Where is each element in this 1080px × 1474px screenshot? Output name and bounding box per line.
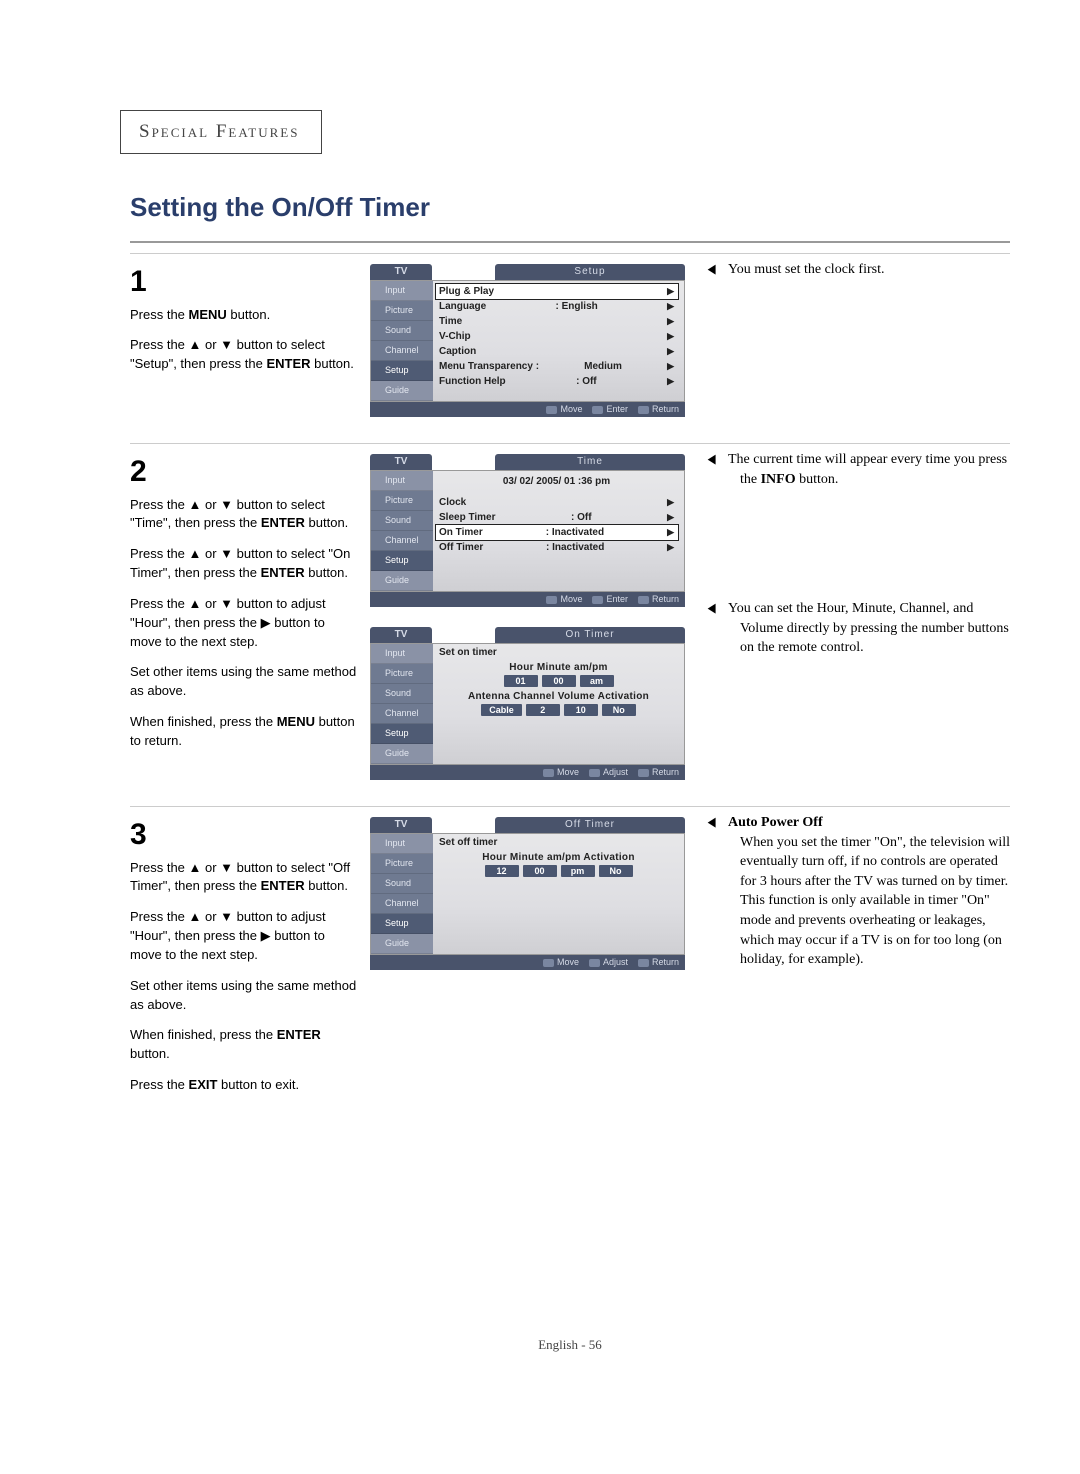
step2-number: 2 (130, 450, 360, 494)
step1-line1: Press the MENU button. (130, 306, 360, 325)
page-title: Setting the On/Off Timer (130, 192, 1010, 223)
page: Special Features Setting the On/Off Time… (0, 0, 1080, 1413)
step-2: 2 Press the ▲ or ▼ button to select "Tim… (130, 443, 1010, 800)
osd-time: TV Time Input Picture Sound Channel Setu… (370, 454, 685, 607)
step1-line2: Press the ▲ or ▼ button to select "Setup… (130, 336, 360, 374)
side-guide: Guide (371, 381, 433, 401)
osd-sidebar: Input Picture Sound Channel Setup Guide (371, 281, 433, 401)
osd-setup: TV Setup Input Picture Sound Channel Set… (370, 264, 685, 417)
step3-notes: ◀Auto Power Off When you set the timer "… (710, 813, 1010, 984)
side-input: Input (371, 281, 433, 301)
title-rule (130, 241, 1010, 243)
osd-tv-label: TV (370, 264, 432, 280)
osd-on-timer: TV On Timer Input Picture Sound Channel … (370, 627, 685, 780)
osd-off-timer: TV Off Timer Input Picture Sound Channel… (370, 817, 685, 970)
step3-instructions: 3 Press the ▲ or ▼ button to select "Off… (130, 813, 370, 1107)
side-setup: Setup (371, 361, 433, 381)
side-picture: Picture (371, 301, 433, 321)
section-header: Special Features (120, 110, 322, 154)
step1-osd-col: TV Setup Input Picture Sound Channel Set… (370, 260, 710, 437)
side-channel: Channel (371, 341, 433, 361)
page-number: English - 56 (130, 1337, 1010, 1353)
side-sound: Sound (371, 321, 433, 341)
step-1: 1 Press the MENU button. Press the ▲ or … (130, 253, 1010, 437)
step3-osd-col: TV Off Timer Input Picture Sound Channel… (370, 813, 710, 990)
header-text: Special Features (139, 121, 299, 142)
step1-notes: ◀You must set the clock first. (710, 260, 1010, 294)
step2-osd-col: TV Time Input Picture Sound Channel Setu… (370, 450, 710, 800)
step3-number: 3 (130, 813, 360, 857)
osd-tab: Setup (495, 264, 685, 280)
step2-notes: ◀The current time will appear every time… (710, 450, 1010, 672)
step2-instructions: 2 Press the ▲ or ▼ button to select "Tim… (130, 450, 370, 763)
step1-instructions: 1 Press the MENU button. Press the ▲ or … (130, 260, 370, 386)
osd-content: Plug & Play▶ Language: English▶ Time▶ V-… (433, 281, 684, 401)
step1-number: 1 (130, 260, 360, 304)
osd-footer: Move Enter Return (370, 402, 685, 417)
step-3: 3 Press the ▲ or ▼ button to select "Off… (130, 806, 1010, 1107)
